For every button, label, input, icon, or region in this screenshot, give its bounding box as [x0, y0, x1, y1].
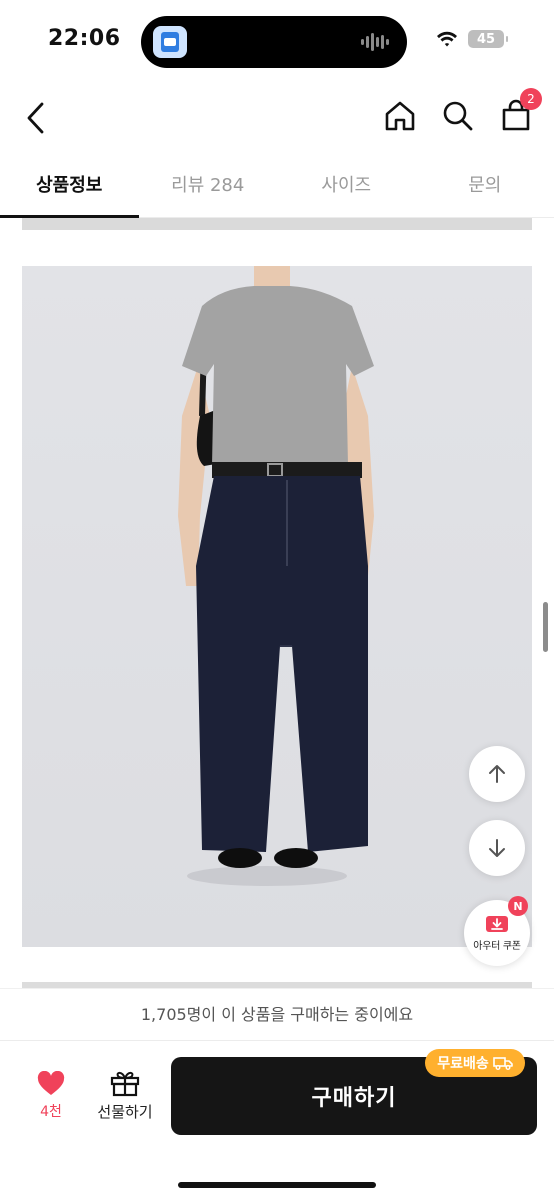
status-time: 22:06 — [48, 26, 121, 51]
app-icon — [153, 26, 187, 58]
scroll-down-button[interactable] — [469, 820, 525, 876]
home-icon — [385, 101, 415, 131]
tab-inquiry[interactable]: 문의 — [416, 156, 554, 217]
battery-icon: 45 — [468, 30, 508, 48]
like-count: 4천 — [40, 1104, 62, 1120]
nav-actions: 2 — [382, 88, 542, 136]
cart-count-badge: 2 — [520, 88, 542, 110]
arrow-down-icon — [489, 839, 505, 857]
status-bar: 22:06 45 — [0, 0, 554, 82]
tab-size[interactable]: 사이즈 — [277, 156, 416, 217]
coupon-label: 아우터 쿠폰 — [473, 941, 521, 952]
free-shipping-badge: 무료배송 — [425, 1049, 525, 1077]
product-image — [22, 266, 532, 947]
scroll-up-button[interactable] — [469, 746, 525, 802]
home-indicator[interactable] — [178, 1182, 376, 1188]
like-button[interactable]: 4천 — [22, 1071, 80, 1131]
product-detail-content[interactable] — [0, 218, 554, 988]
truck-icon — [492, 1057, 513, 1070]
nav-bar: 2 — [0, 82, 554, 154]
arrow-up-icon — [489, 765, 505, 783]
previous-product-image — [22, 218, 532, 230]
free-shipping-label: 무료배송 — [437, 1056, 489, 1072]
audio-wave-icon — [361, 32, 391, 52]
gift-button[interactable]: 선물하기 — [92, 1069, 158, 1129]
dynamic-island[interactable] — [141, 16, 407, 68]
wifi-icon — [437, 31, 457, 47]
back-button[interactable] — [18, 96, 54, 140]
heart-icon — [37, 1071, 65, 1095]
bottom-action-bar: 4천 선물하기 구매하기 무료배송 — [0, 1040, 554, 1200]
tab-product-info[interactable]: 상품정보 — [0, 156, 139, 218]
tab-bar: 상품정보 리뷰 284 사이즈 문의 — [0, 156, 554, 218]
home-button[interactable] — [382, 96, 418, 136]
search-button[interactable] — [440, 96, 476, 136]
new-badge: N — [508, 896, 528, 916]
gift-icon — [110, 1071, 140, 1097]
back-chevron-icon — [27, 102, 44, 134]
purchase-activity-banner: 1,705명이 이 상품을 구매하는 중이에요 — [0, 988, 554, 1040]
search-icon — [443, 101, 473, 131]
gift-label: 선물하기 — [97, 1103, 153, 1121]
tab-reviews[interactable]: 리뷰 284 — [139, 156, 278, 217]
coupon-download-icon — [486, 916, 508, 932]
model-photo — [22, 266, 532, 947]
battery-level: 45 — [476, 31, 496, 47]
scrollbar[interactable] — [543, 602, 548, 652]
status-indicators: 45 — [436, 30, 508, 48]
outer-coupon-button[interactable]: 아우터 쿠폰 N — [464, 896, 530, 966]
cart-button[interactable]: 2 — [498, 88, 542, 136]
